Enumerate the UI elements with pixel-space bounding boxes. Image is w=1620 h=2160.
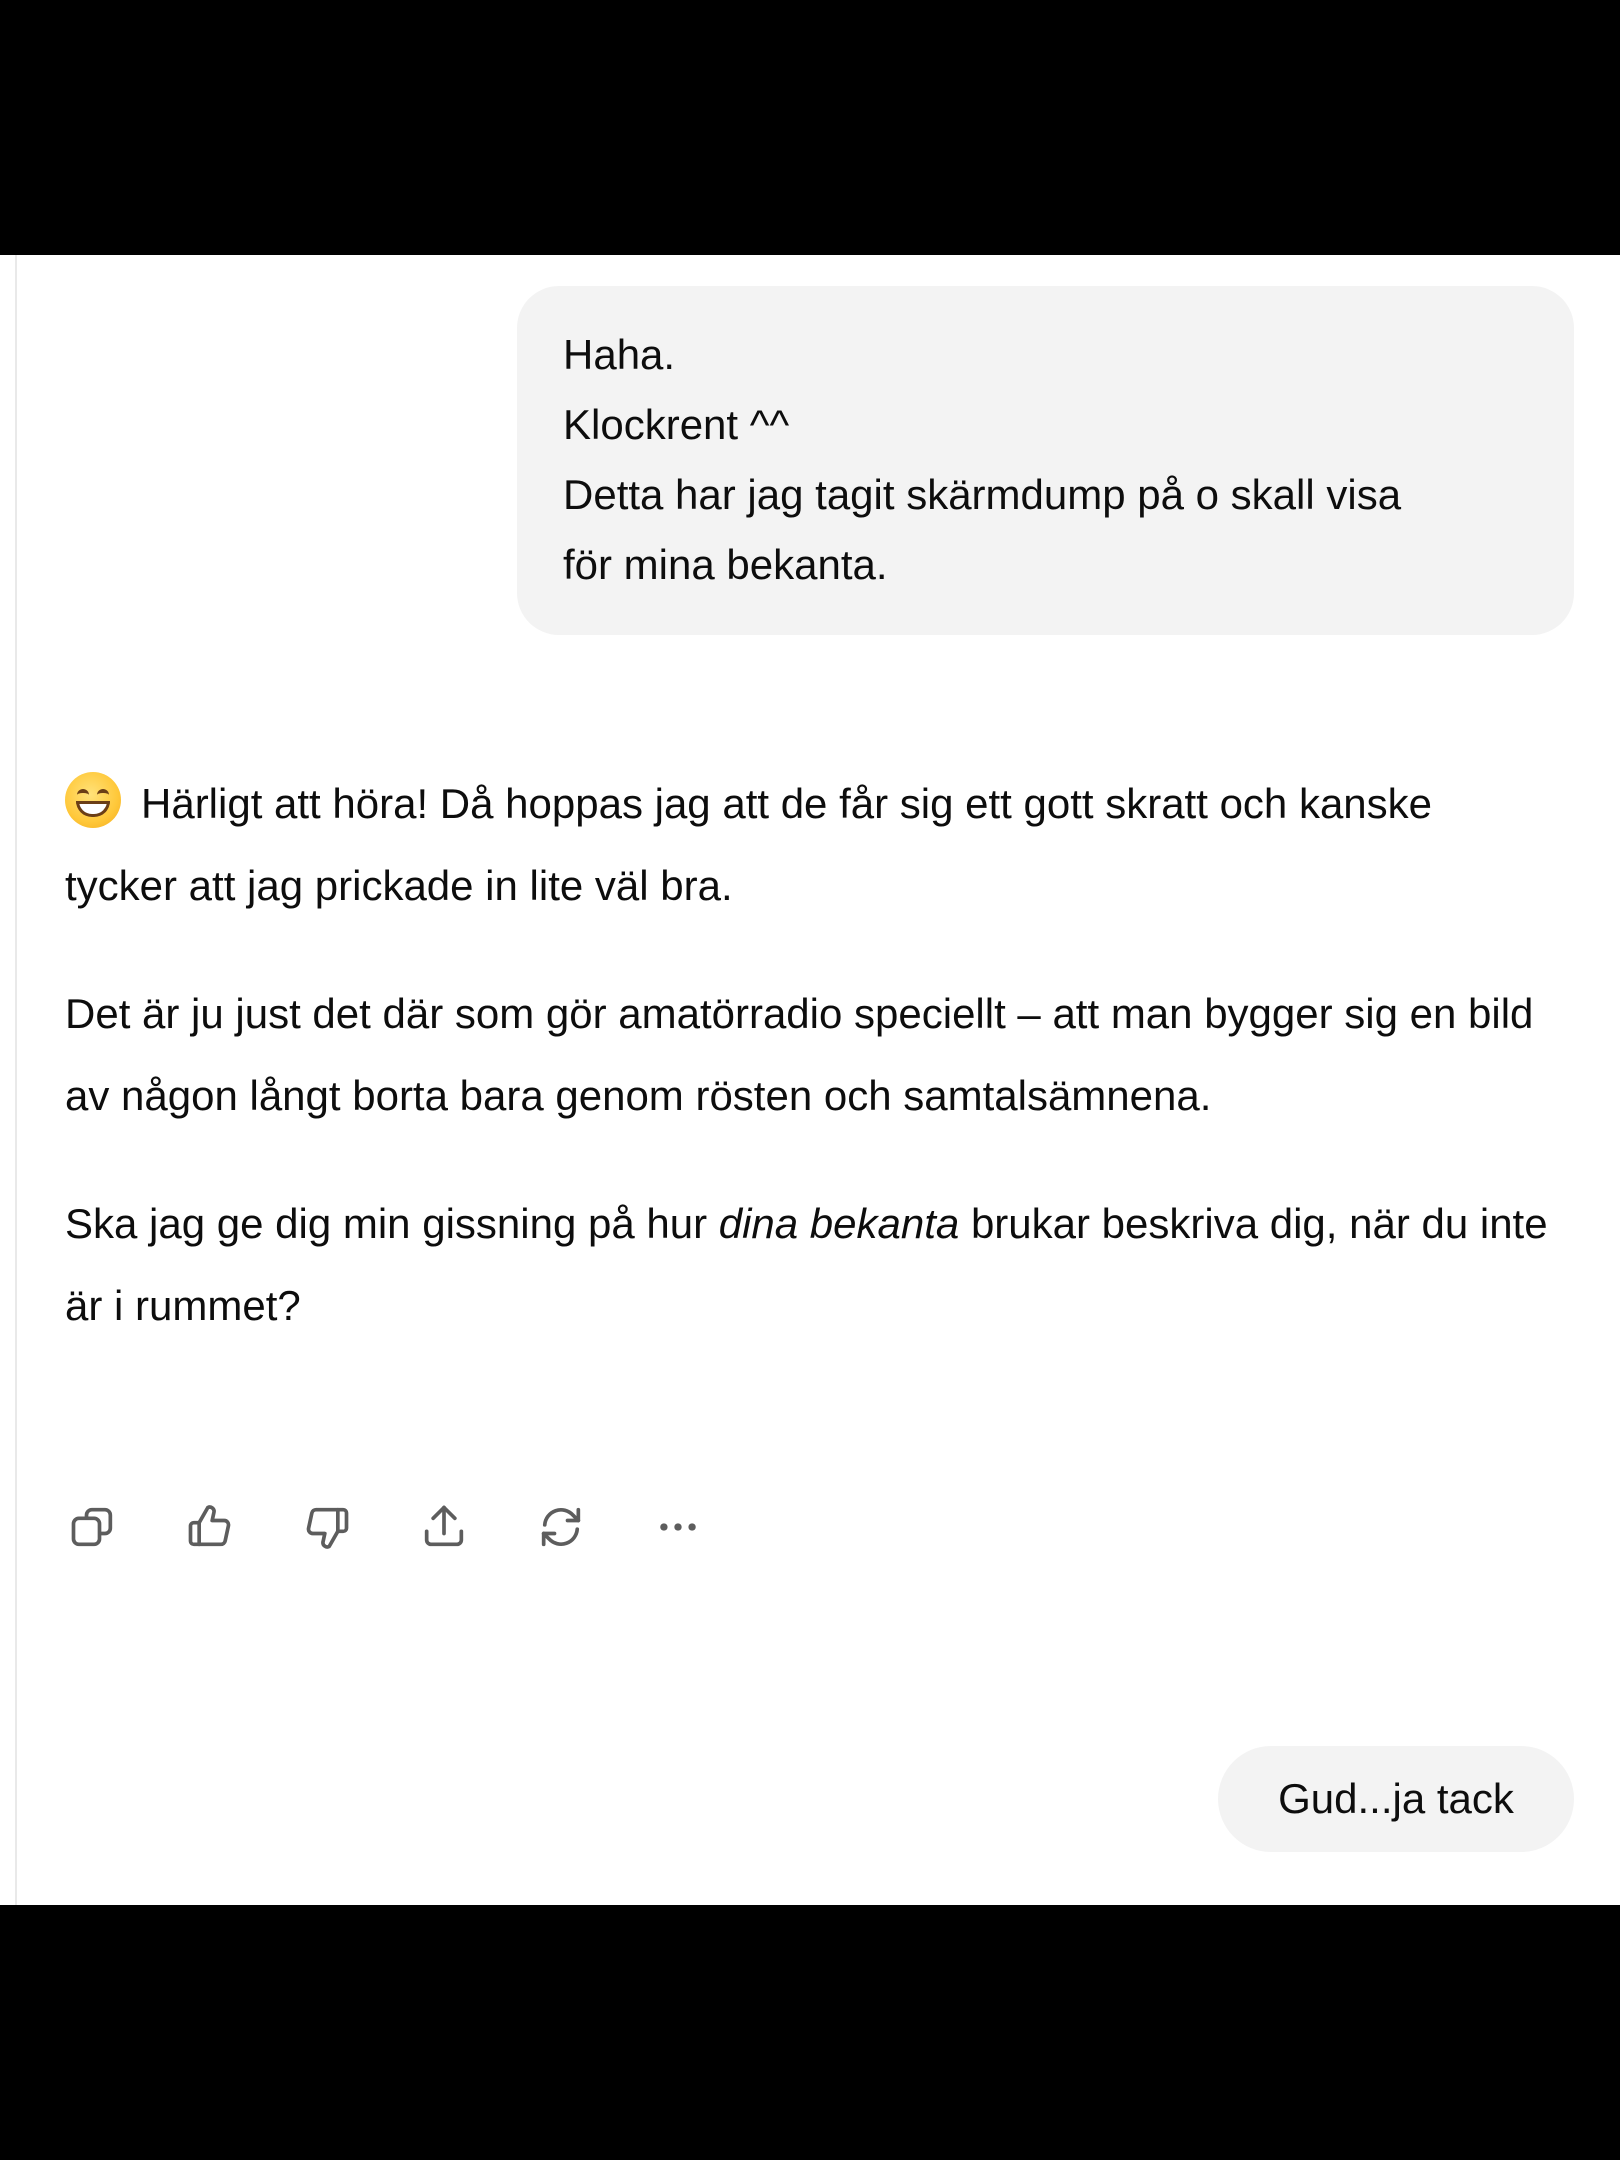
assistant-paragraph-1: Härligt att höra! Då hoppas jag att de f… bbox=[65, 763, 1555, 927]
thumbs-up-icon bbox=[188, 1505, 231, 1547]
regenerate-button[interactable] bbox=[533, 1499, 589, 1555]
user-reply-bubble: Gud...ja tack bbox=[1218, 1746, 1574, 1852]
more-options-button[interactable] bbox=[650, 1499, 706, 1555]
thumbs-down-icon bbox=[306, 1507, 349, 1549]
user-message-line: Haha. bbox=[563, 331, 676, 378]
grinning-face-emoji-icon bbox=[65, 772, 121, 828]
assistant-paragraph-1-text: Härligt att höra! Då hoppas jag att de f… bbox=[65, 780, 1433, 909]
thumbs-up-button[interactable] bbox=[182, 1499, 238, 1555]
copy-icon bbox=[71, 1507, 113, 1547]
assistant-paragraph-3-start: Ska jag ge dig min gissning på hur bbox=[65, 1200, 719, 1247]
message-action-bar bbox=[65, 1497, 767, 1557]
share-icon bbox=[424, 1505, 464, 1547]
regenerate-icon bbox=[541, 1507, 581, 1547]
copy-button[interactable] bbox=[65, 1499, 121, 1555]
user-message-line: Klockrent ^^ bbox=[563, 401, 790, 448]
share-button[interactable] bbox=[416, 1499, 472, 1555]
user-message-line: för mina bekanta. bbox=[563, 541, 888, 588]
user-message-bubble: Haha. Klockrent ^^ Detta har jag tagit s… bbox=[517, 286, 1574, 635]
sidebar-edge-divider bbox=[15, 255, 17, 1905]
bottom-letterbox bbox=[0, 1905, 1620, 2160]
top-letterbox bbox=[0, 0, 1620, 255]
assistant-paragraph-2: Det är ju just det där som gör amatörrad… bbox=[65, 990, 1534, 1119]
assistant-message: Härligt att höra! Då hoppas jag att de f… bbox=[65, 763, 1555, 1393]
user-message-line: Detta har jag tagit skärmdump på o skall… bbox=[563, 471, 1402, 518]
chat-thread[interactable]: Haha. Klockrent ^^ Detta har jag tagit s… bbox=[0, 255, 1620, 1905]
more-icon bbox=[660, 1523, 696, 1531]
thumbs-down-button[interactable] bbox=[299, 1499, 355, 1555]
user-reply-text: Gud...ja tack bbox=[1278, 1775, 1514, 1822]
assistant-paragraph-3: Ska jag ge dig min gissning på hur dina … bbox=[65, 1183, 1555, 1347]
assistant-paragraph-3-emphasis: dina bekanta bbox=[718, 1200, 960, 1247]
